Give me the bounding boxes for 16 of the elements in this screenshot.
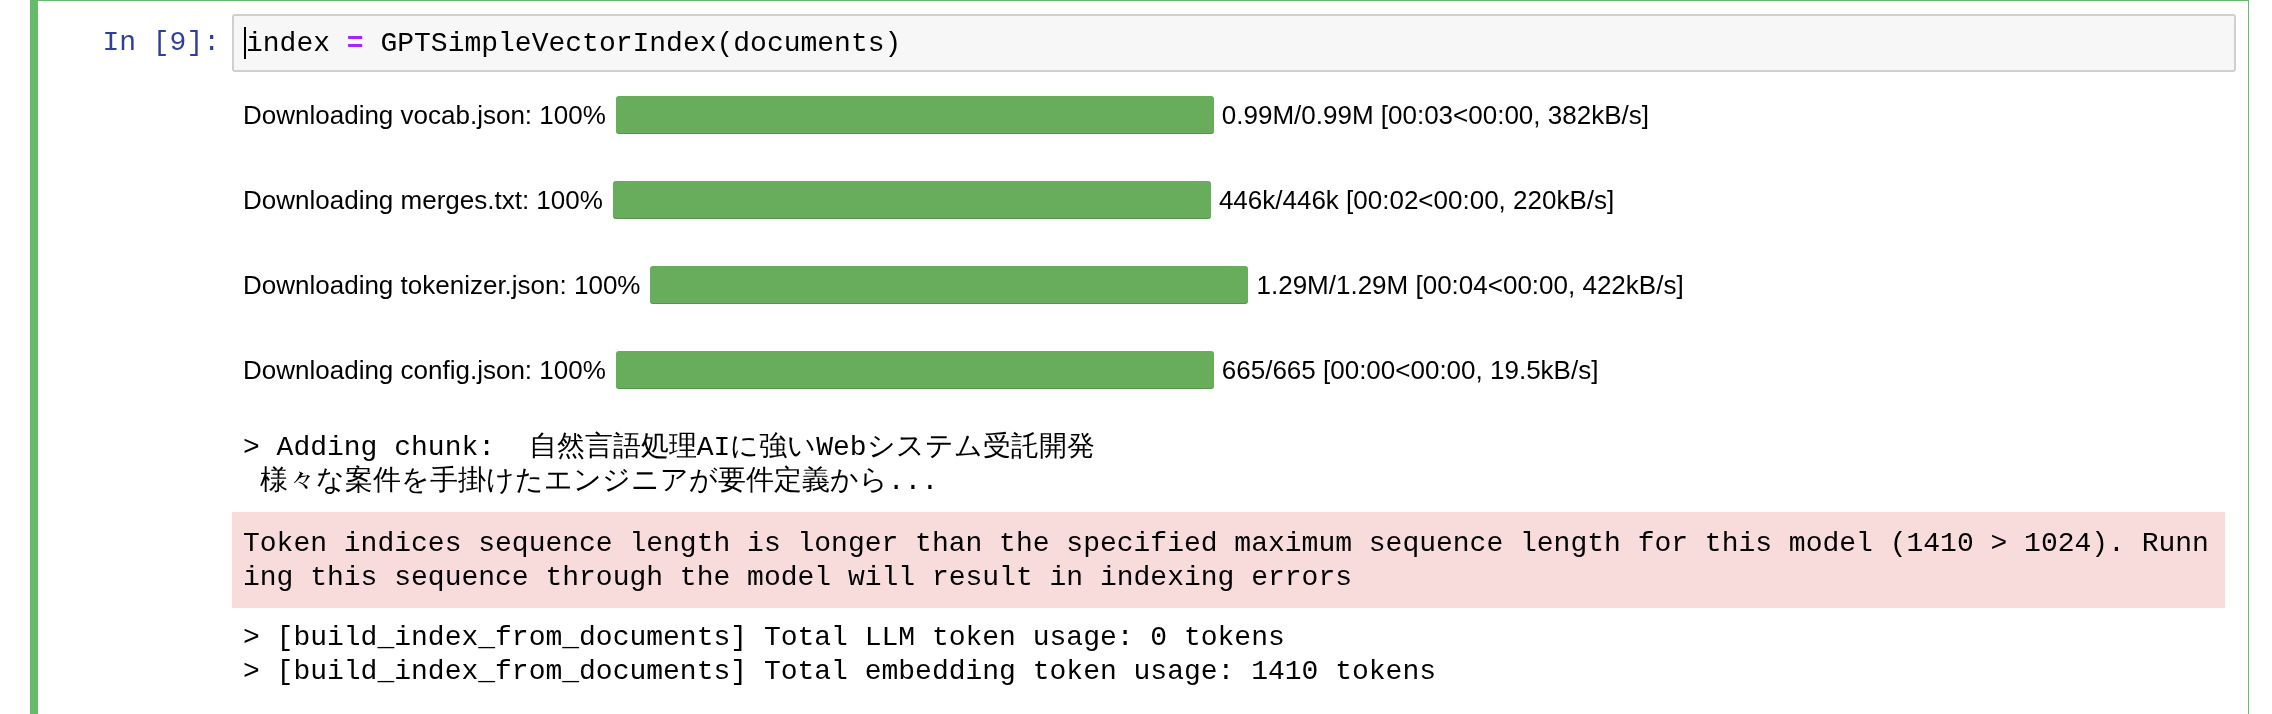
code-input[interactable]: index = GPTSimpleVectorIndex(documents) — [232, 14, 2236, 72]
progress-stats: 0.99M/0.99M [00:03<00:00, 382kB/s] — [1221, 99, 1649, 131]
output-line: > [build_index_from_documents] Total embedding token usage: 1410 tokens — [243, 655, 1437, 689]
progress-stats: 1.29M/1.29M [00:04<00:00, 422kB/s] — [1256, 269, 1684, 301]
progress-label: Downloading merges.txt: 100% — [243, 184, 603, 216]
progress-label: Downloading config.json: 100% — [243, 354, 606, 386]
output-line: 様々な案件を手掛けたエンジニアが要件定義から... — [258, 465, 940, 499]
progress-label: Downloading vocab.json: 100% — [243, 99, 606, 131]
progress-stats: 665/665 [00:00<00:00, 19.5kB/s] — [1221, 354, 1599, 386]
output-line: > [build_index_from_documents] Total LLM token usage: 0 tokens — [243, 621, 1286, 655]
output-line: > Adding chunk: 自然言語処理AIに強いWebシステム受託開発 — [243, 431, 1096, 465]
stderr-output: Token indices sequence length is longer than the specified maximum sequence length for this model (1410 > 1024). Runn ing this sequence through the model will result in indexing errors — [232, 512, 2225, 608]
progress-label: Downloading tokenizer.json: 100% — [243, 269, 641, 301]
text-cursor — [244, 27, 246, 59]
input-prompt: In [9]: — [101, 26, 221, 60]
progress-stats: 446k/446k [00:02<00:00, 220kB/s] — [1218, 184, 1615, 216]
